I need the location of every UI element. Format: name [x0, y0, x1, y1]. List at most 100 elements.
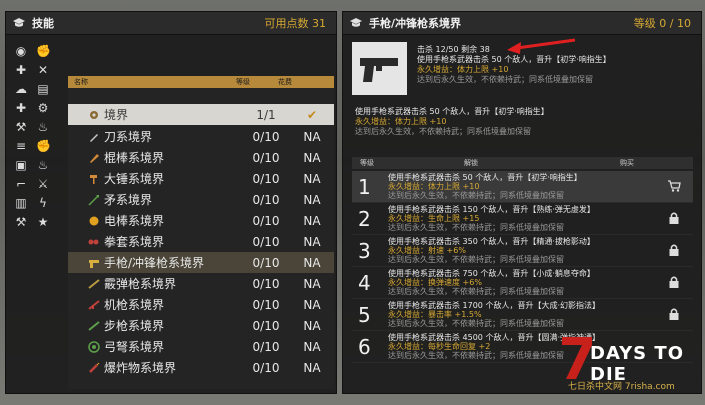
eye-icon[interactable]: ◉ [14, 44, 28, 58]
tier-number: 4 [358, 271, 371, 295]
skill-name: 弓弩系境界 [104, 340, 165, 354]
hammer-wrench-icon[interactable]: ⚒ [14, 120, 28, 134]
tier-row-1[interactable]: 1 使用手枪系武器击杀 50 个敌人，晋升【初学·响指生】 永久增益：体力上限 … [352, 171, 693, 203]
skill-name: 机枪系境界 [104, 298, 165, 312]
cart-icon[interactable] [667, 179, 681, 193]
site-watermark: DAYS TO DIE 七日杀中文网 7risha.com [560, 335, 700, 397]
tier-bonus: 永久增益：换弹速度 +6% [388, 278, 482, 287]
skill-name: 棍棒系境界 [104, 151, 165, 165]
lock-icon [669, 276, 679, 288]
tier-number: 5 [358, 303, 371, 327]
desc-note: 达到后永久生效，不依赖持武；同系低境叠加保留 [417, 75, 593, 84]
skill-row-realm[interactable]: 境界 1/1 ✔ [68, 104, 334, 125]
rifle-icon [88, 320, 100, 331]
skill-status: NA [303, 297, 321, 312]
tier-number: 1 [358, 175, 371, 199]
machine-gun-icon [88, 299, 100, 310]
skill-row-spear[interactable]: 矛系境界 0/10 NA [68, 189, 334, 210]
tier-bonus: 永久增益：暴击率 +1.5% [388, 310, 482, 319]
skill-row-machine-gun[interactable]: 机枪系境界 0/10 NA [68, 294, 334, 315]
skill-status: NA [303, 171, 321, 186]
tier-note: 达到后永久生效，不依赖持武；同系低境叠加保留 [388, 319, 564, 328]
hammer-icon[interactable]: ⚒ [14, 215, 28, 229]
seven-logo-icon [562, 337, 592, 379]
tier-bonus: 永久增益：生命上限 +15 [388, 214, 480, 223]
skill-row-bow[interactable]: 弓弩系境界 0/10 NA [68, 336, 334, 357]
medical-cross-icon[interactable]: ✚ [14, 63, 28, 77]
fire-icon[interactable]: ♨ [36, 120, 50, 134]
tier-requirement: 使用手枪系武器击杀 150 个敌人，晋升【熟练·弹无虚发】 [388, 205, 595, 214]
knife-icon [90, 133, 98, 142]
bars-icon[interactable]: ▥ [14, 196, 28, 210]
lock-icon [669, 244, 679, 256]
club-icon [90, 153, 99, 163]
skill-status: NA [303, 339, 321, 354]
gear-icon[interactable]: ⚙ [36, 101, 50, 115]
star-icon[interactable]: ★ [36, 215, 50, 229]
skill-status: NA [303, 192, 321, 207]
crossed-tools-icon[interactable]: ✕ [36, 63, 50, 77]
skill-name: 境界 [104, 108, 129, 122]
skill-row-shotgun[interactable]: 霰弹枪系境界 0/10 NA [68, 273, 334, 294]
skill-name: 电棒系境界 [104, 214, 165, 228]
header-unlock: 解锁 [464, 159, 478, 167]
skill-row-pistol-smg[interactable]: 手枪/冲锋枪系境界 0/10 NA [68, 252, 334, 273]
fist-icon[interactable]: ✊ [36, 139, 51, 153]
skill-level: 0/10 [252, 192, 280, 207]
skill-name: 大锤系境界 [104, 172, 165, 186]
skill-level: 0/10 [252, 318, 280, 333]
skill-level: 0/10 [252, 150, 280, 165]
tier-requirement: 使用手枪系武器击杀 50 个敌人，晋升【初学·响指生】 [388, 173, 582, 182]
skill-row-knuckles[interactable]: 拳套系境界 0/10 NA [68, 231, 334, 252]
tier-number: 3 [358, 239, 371, 263]
lightning-bolt-icon[interactable]: ϟ [36, 196, 50, 210]
tier-row-5[interactable]: 5 使用手枪系武器击杀 1700 个敌人，晋升【大成·幻影指法】 永久增益：暴击… [352, 299, 693, 331]
skill-row-sledgehammer[interactable]: 大锤系境界 0/10 NA [68, 168, 334, 189]
checkmark-icon: ✔ [306, 107, 318, 122]
tier-text: 使用手枪系武器击杀 750 个敌人，晋升【小成·躺息夺命】 永久增益：换弹速度 … [388, 269, 595, 296]
tier-number: 2 [358, 207, 371, 231]
skill-status: NA [303, 276, 321, 291]
detail-header: 手枪/冲锋枪系境界 等级 0 / 10 [343, 12, 701, 35]
tier-note: 达到后永久生效，不依赖持武；同系低境叠加保留 [388, 223, 564, 232]
skill-name: 拳套系境界 [104, 235, 165, 249]
kill-progress: 击杀 12/50 剩余 38 [417, 45, 490, 54]
skill-row-stun-baton[interactable]: 电棒系境界 0/10 NA [68, 210, 334, 231]
tier-row-3[interactable]: 3 使用手枪系武器击杀 350 个敌人，晋升【精通·拔枪影动】 永久增益：射速 … [352, 235, 693, 267]
header-buy: 购买 [620, 159, 634, 167]
skill-level: 1/1 [256, 107, 276, 122]
tier-row-4[interactable]: 4 使用手枪系武器击杀 750 个敌人，晋升【小成·躺息夺命】 永久增益：换弹速… [352, 267, 693, 299]
skill-level: 0/10 [252, 129, 280, 144]
flame-icon[interactable]: ♨ [36, 158, 50, 172]
skill-row-rifle[interactable]: 步枪系境界 0/10 NA [68, 315, 334, 336]
skills-panel: 技能 可用点数 31 ◉ ✊ ✚ ✕ ☁ ▤ ✚ ⚙ ⚒ ♨ ≡ ✊ ▣ ♨ ⌐… [5, 11, 337, 394]
graduation-cap-icon [350, 18, 362, 27]
tier-text: 使用手枪系武器击杀 350 个敌人，晋升【精通·拔枪影动】 永久增益：射速 +6… [388, 237, 595, 264]
health-cross-icon[interactable]: ✚ [14, 101, 28, 115]
strength-arm-icon[interactable]: ✊ [36, 44, 51, 58]
skill-row-explosives[interactable]: 爆炸物系境界 0/10 NA [68, 357, 334, 378]
watermark-subtitle: 七日杀中文网 7risha.com [568, 382, 675, 392]
dynamite-icon [89, 362, 100, 373]
gear-icon [90, 110, 98, 119]
desc-main: 使用手枪系武器击杀 50 个敌人，晋升【初学·响指生】 [417, 55, 611, 64]
skill-list: 名称 等级 花费 境界 1/1 ✔ 刀系境界 0/10 NA 棍棒系境界 0/1… [68, 76, 334, 389]
chest-icon[interactable]: ▣ [14, 158, 28, 172]
brain-icon[interactable]: ☁ [14, 82, 28, 96]
weapon-preview [352, 42, 407, 95]
tier-requirement: 使用手枪系武器击杀 1700 个敌人，晋升【大成·幻影指法】 [388, 301, 600, 310]
book-icon[interactable]: ▤ [36, 82, 50, 96]
skill-status: NA [303, 255, 321, 270]
skill-row-knife[interactable]: 刀系境界 0/10 NA [68, 126, 334, 147]
rifle-icon[interactable]: ⌐ [14, 177, 28, 191]
desc2-main: 使用手枪系武器击杀 50 个敌人，晋升【初学·响指生】 [355, 107, 549, 116]
stack-icon[interactable]: ≡ [14, 139, 28, 153]
dual-blade-icon[interactable]: ⚔ [36, 177, 50, 191]
tier-row-2[interactable]: 2 使用手枪系武器击杀 150 个敌人，晋升【熟练·弹无虚发】 永久增益：生命上… [352, 203, 693, 235]
skill-status: NA [303, 234, 321, 249]
shotgun-icon [88, 278, 100, 289]
skill-level: 0/10 [252, 171, 280, 186]
header-level: 等级 [236, 78, 250, 86]
header-name: 名称 [74, 78, 88, 86]
skill-row-club[interactable]: 棍棒系境界 0/10 NA [68, 147, 334, 168]
